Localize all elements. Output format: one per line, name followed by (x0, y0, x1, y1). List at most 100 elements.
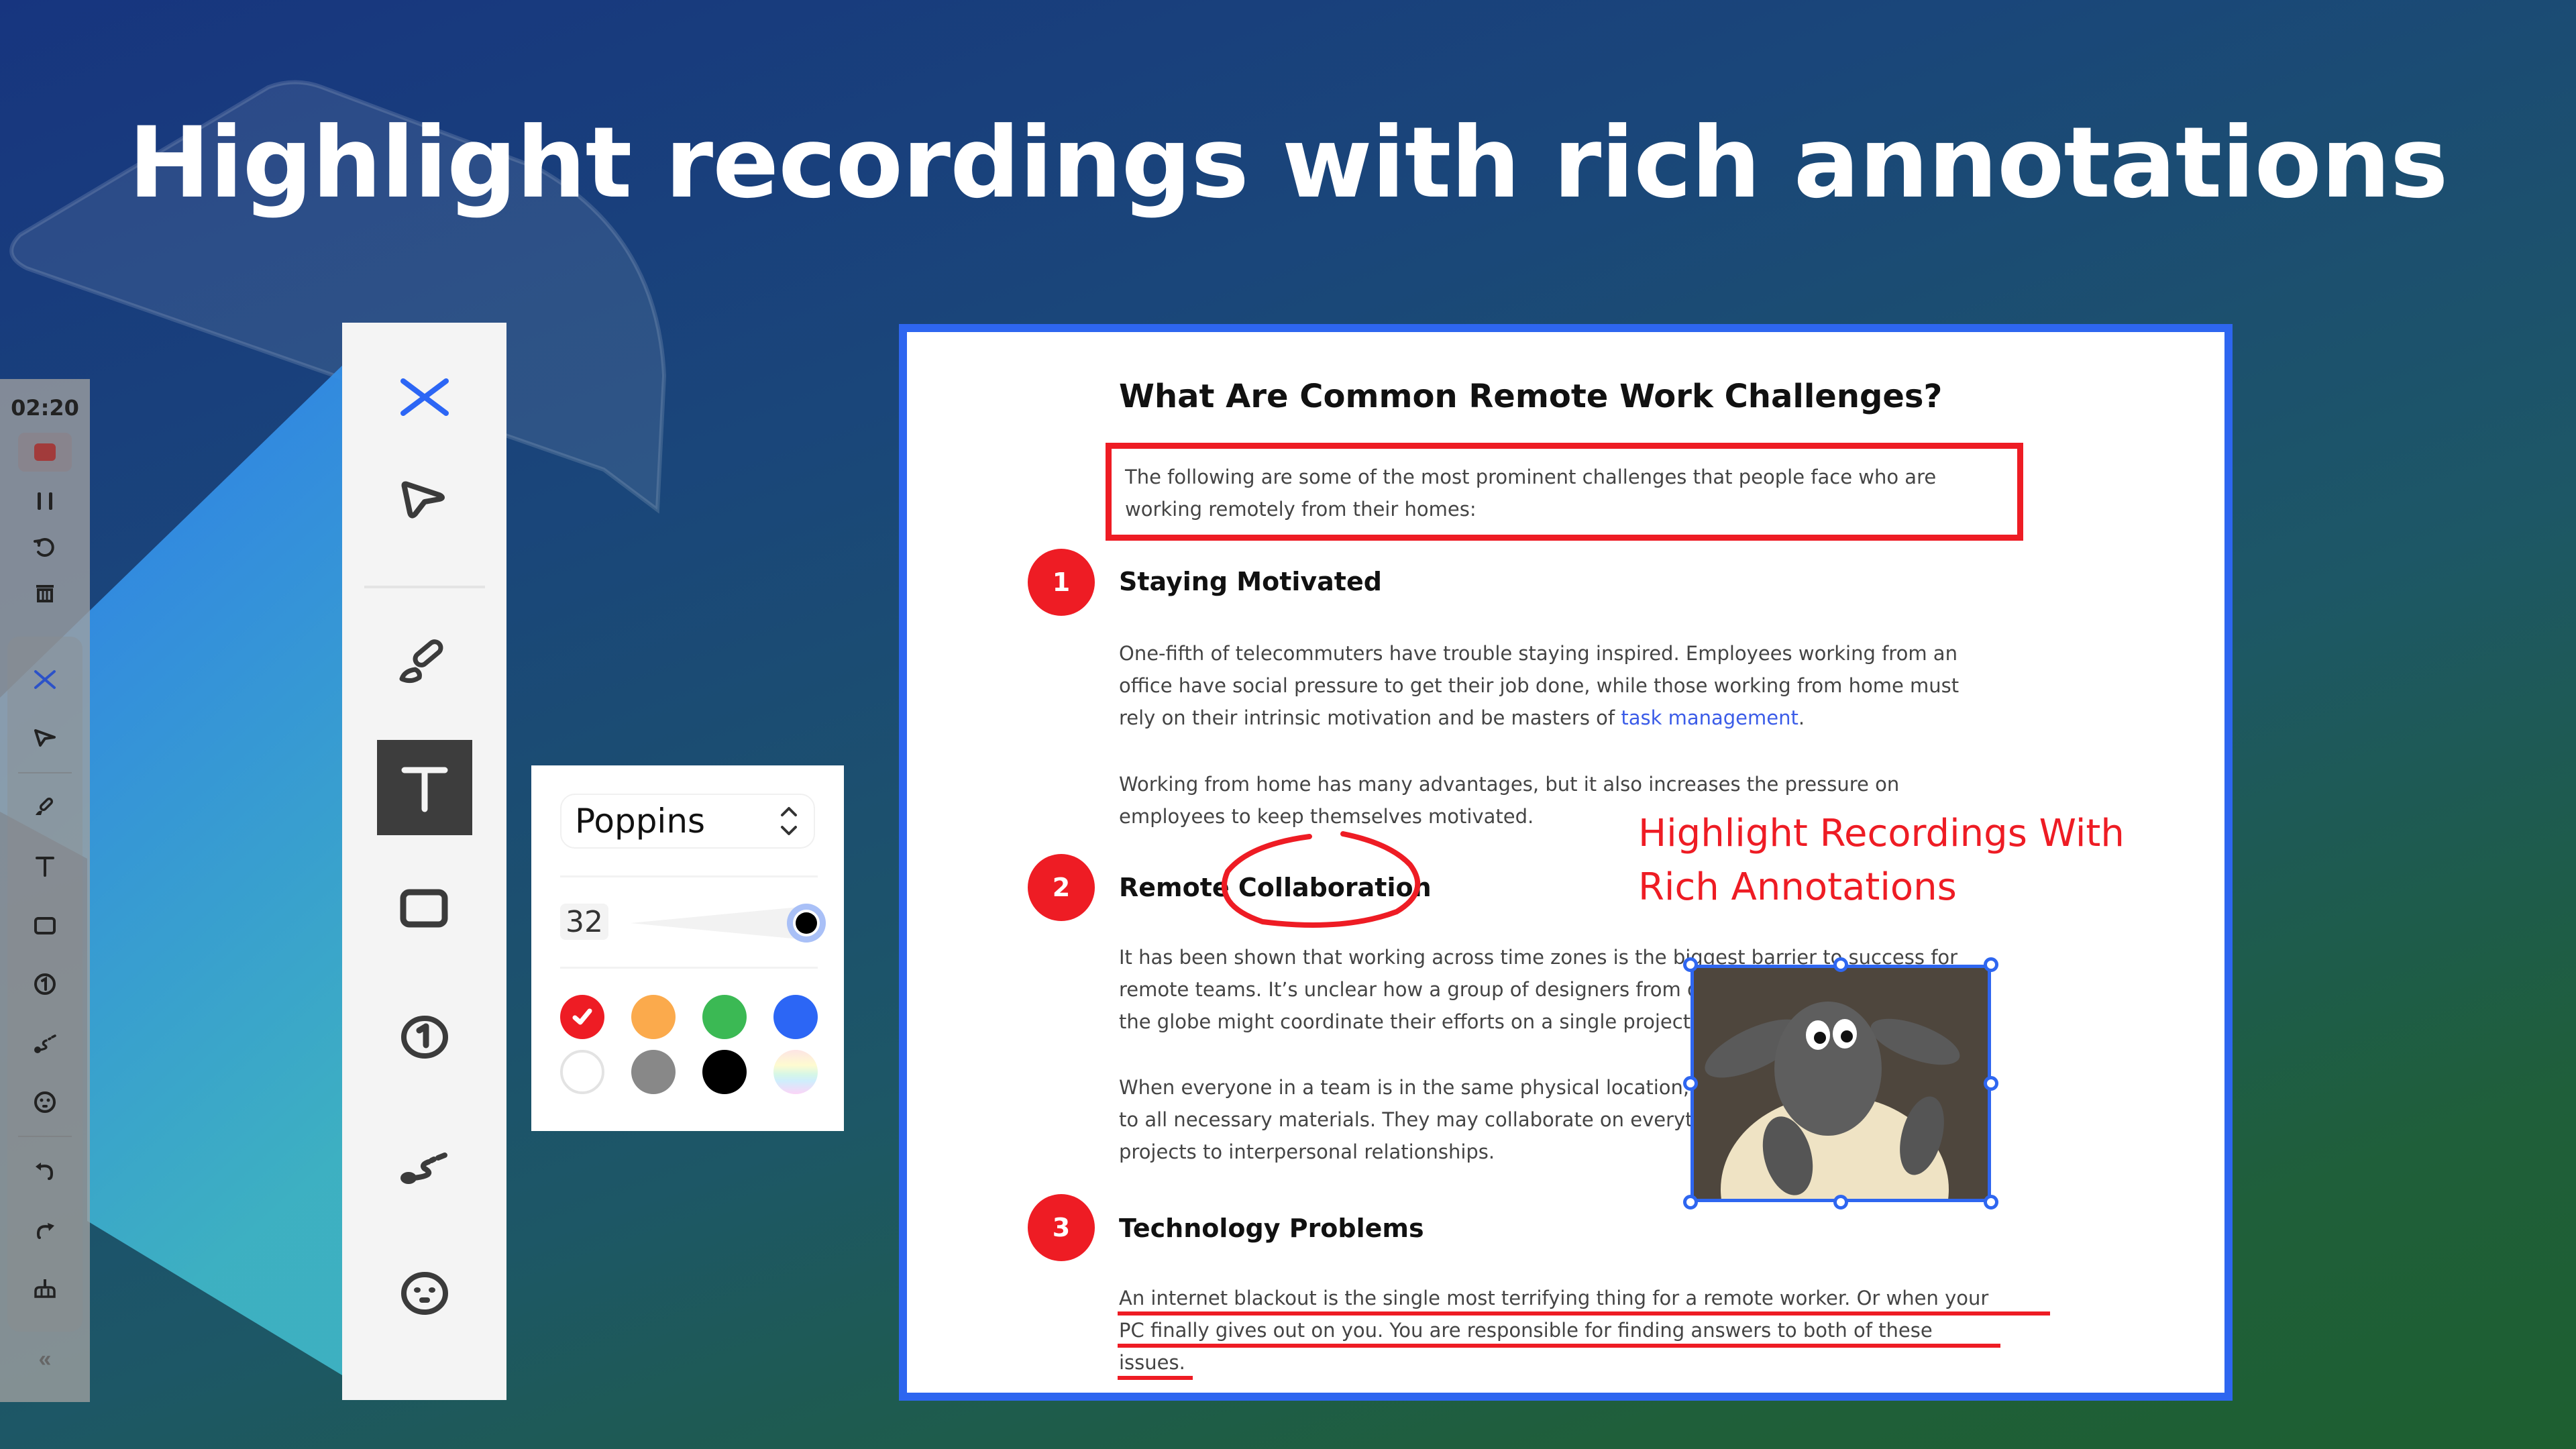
mini-select-tool[interactable] (32, 725, 58, 752)
emoji-icon (34, 1091, 56, 1113)
paragraph-line: issues. (1119, 1351, 1185, 1374)
spotlight-tool-button[interactable] (377, 1117, 472, 1212)
recording-timer: 02:20 (11, 395, 79, 421)
mini-toolbar: 02:20 « (0, 379, 90, 1402)
resize-handle-bottom-right[interactable] (1984, 1195, 1998, 1210)
pause-button[interactable] (32, 488, 58, 515)
checkmark-icon (572, 1008, 592, 1025)
color-swatch-white[interactable] (560, 1050, 604, 1094)
annotation-toolbar (342, 323, 506, 1400)
annotation-line: Highlight Recordings With (1638, 812, 2125, 855)
rectangle-tool-button[interactable] (377, 862, 472, 957)
color-swatch-green[interactable] (702, 995, 747, 1039)
mini-close-tool[interactable] (32, 666, 58, 693)
rectangle-annotation[interactable]: The following are some of the most promi… (1106, 443, 2023, 541)
freehand-circle-annotation[interactable] (1209, 831, 1430, 932)
document-page: What Are Common Remote Work Challenges? … (907, 332, 2224, 1393)
paragraph: One-fifth of telecommuters have trouble … (1119, 637, 2058, 734)
color-swatches (560, 995, 818, 1094)
emoji-icon (400, 1272, 448, 1315)
color-swatch-orange[interactable] (631, 995, 676, 1039)
mini-spotlight-tool[interactable] (32, 1030, 58, 1057)
sheep-sticker-image[interactable] (1690, 965, 1991, 1202)
close-icon (400, 378, 449, 416)
number-icon (400, 1016, 448, 1059)
sheep-illustration (1694, 968, 1988, 1199)
resize-handle-right[interactable] (1984, 1076, 1998, 1091)
text-icon (36, 857, 54, 877)
close-tool-button[interactable] (377, 350, 472, 445)
mini-number-tool[interactable] (32, 971, 58, 998)
paragraph-line: An internet blackout is the single most … (1119, 1287, 1989, 1309)
brush-icon (399, 639, 443, 684)
color-swatch-gray[interactable] (631, 1050, 676, 1094)
chevron-updown-icon (781, 807, 797, 835)
intro-line-1: The following are some of the most promi… (1125, 466, 1937, 488)
emoji-tool-button[interactable] (377, 1246, 472, 1341)
rectangle-icon (400, 889, 447, 928)
mini-clear-button[interactable] (32, 1275, 58, 1302)
mini-undo-button[interactable] (32, 1157, 58, 1184)
font-size-value[interactable]: 32 (560, 904, 608, 940)
paragraph-line: rely on their intrinsic motivation and b… (1119, 702, 2058, 734)
slider-thumb (796, 912, 817, 934)
text-icon (401, 767, 447, 812)
stop-recording-button[interactable] (18, 433, 72, 472)
text-span: . (1798, 706, 1805, 729)
underline-annotation[interactable] (1118, 1376, 1193, 1380)
spotlight-icon (34, 1034, 56, 1053)
rectangle-icon (34, 917, 56, 934)
mini-separator (18, 772, 72, 773)
number-annotation-2[interactable]: 2 (1028, 854, 1095, 921)
resize-handle-top-left[interactable] (1683, 957, 1698, 972)
brush-icon (36, 798, 53, 815)
text-annotation[interactable]: Highlight Recordings With Rich Annotatio… (1638, 807, 2125, 914)
collapse-toolbar-button[interactable]: « (39, 1346, 52, 1373)
cursor-icon (401, 481, 445, 519)
color-swatch-blue[interactable] (773, 995, 818, 1039)
number-annotation-1[interactable]: 1 (1028, 549, 1095, 616)
stop-icon (34, 443, 56, 461)
mini-text-tool[interactable] (32, 853, 58, 879)
font-size-slider[interactable] (631, 900, 832, 947)
annotation-line: Rich Annotations (1638, 865, 1957, 909)
number-icon (34, 973, 56, 995)
resize-handle-bottom-left[interactable] (1683, 1195, 1698, 1210)
resize-handle-bottom[interactable] (1833, 1195, 1848, 1210)
section-heading: Technology Problems (1119, 1214, 1424, 1243)
color-swatch-red[interactable] (560, 995, 604, 1039)
underline-annotation[interactable] (1118, 1311, 2050, 1316)
paragraph: An internet blackout is the single most … (1119, 1282, 2058, 1379)
panel-separator (560, 875, 818, 877)
panel-separator (560, 967, 818, 969)
select-tool-button[interactable] (377, 458, 472, 553)
font-family-value: Poppins (575, 802, 706, 841)
mini-redo-button[interactable] (32, 1216, 58, 1243)
mini-emoji-tool[interactable] (32, 1089, 58, 1116)
color-swatch-black[interactable] (702, 1050, 747, 1094)
clear-icon (34, 1279, 56, 1298)
undo-icon (36, 1163, 54, 1180)
underline-annotation[interactable] (1118, 1344, 2000, 1348)
brush-tool-button[interactable] (377, 615, 472, 710)
restart-icon (34, 538, 54, 557)
mini-rectangle-tool[interactable] (32, 912, 58, 938)
redo-icon (36, 1223, 54, 1239)
intro-line-2: working remotely from their homes: (1125, 498, 1477, 521)
text-tool-button[interactable] (376, 740, 472, 835)
pause-icon (38, 492, 52, 510)
recording-canvas[interactable]: What Are Common Remote Work Challenges? … (899, 324, 2233, 1401)
mini-brush-tool[interactable] (32, 794, 58, 820)
resize-handle-left[interactable] (1683, 1076, 1698, 1091)
resize-handle-top[interactable] (1833, 957, 1848, 972)
task-management-link[interactable]: task management (1621, 706, 1799, 729)
paragraph-line: office have social pressure to get their… (1119, 674, 1960, 697)
restart-button[interactable] (32, 533, 58, 560)
section-heading: Staying Motivated (1119, 567, 1382, 596)
delete-recording-button[interactable] (32, 579, 58, 606)
number-tool-button[interactable] (377, 989, 472, 1085)
resize-handle-top-right[interactable] (1984, 957, 1998, 972)
font-family-select[interactable]: Poppins (560, 794, 815, 849)
number-annotation-3[interactable]: 3 (1028, 1194, 1095, 1261)
color-swatch-custom-rainbow[interactable] (773, 1050, 818, 1094)
